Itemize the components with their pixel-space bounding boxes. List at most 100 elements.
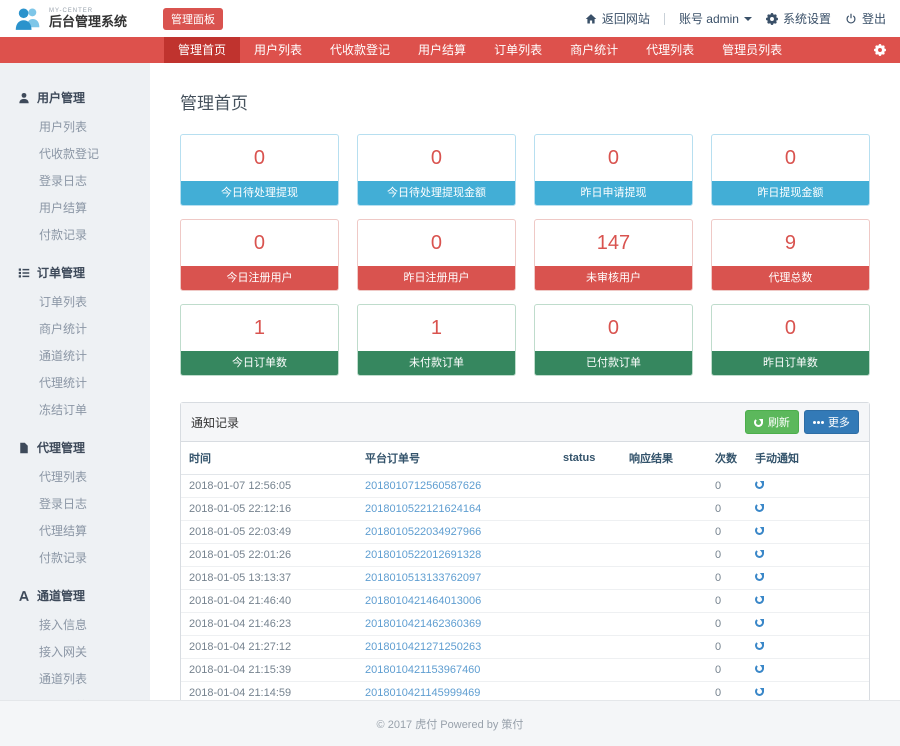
sidebar-item-collection-register[interactable]: 代收款登记 [0, 140, 150, 167]
nav-tab-agent-list[interactable]: 代理列表 [632, 37, 708, 63]
sidebar-item-user-settle[interactable]: 用户结算 [0, 194, 150, 221]
order-link[interactable]: 2018010522012691328 [365, 549, 481, 561]
stat-value: 0 [784, 317, 796, 339]
main-navbar: 管理首页 用户列表 代收款登记 用户结算 订单列表 商户统计 代理列表 管理员列… [0, 37, 900, 63]
order-link[interactable]: 2018010421464013006 [365, 595, 481, 607]
sidebar-item-frozen-orders[interactable]: 冻结订单 [0, 396, 150, 423]
system-settings-link[interactable]: 系统设置 [765, 10, 831, 27]
sidebar-item-agent-list[interactable]: 代理列表 [0, 463, 150, 490]
stat-card-yesterday-withdraw-request: 0 昨日申请提现 [533, 134, 693, 206]
table-row: 2018-01-05 22:12:16 2018010522121624164 … [181, 497, 869, 521]
nav-tab-merchant-stats[interactable]: 商户统计 [556, 37, 632, 63]
manual-notify-icon[interactable] [755, 618, 764, 627]
account-dropdown[interactable]: 账号 admin [679, 10, 752, 27]
sidebar-item-channel-list[interactable]: 通道列表 [0, 665, 150, 692]
logo-people-icon [15, 8, 40, 30]
stat-card-yesterday-withdraw-amount: 0 昨日提现金额 [710, 134, 870, 206]
sidebar-group-title-orders[interactable]: 订单管理 [0, 258, 150, 288]
col-header-result[interactable]: 响应结果 [621, 442, 707, 475]
manual-notify-icon[interactable] [755, 687, 764, 696]
order-link[interactable]: 2018010421153967460 [365, 664, 480, 676]
cell-status [555, 474, 621, 498]
nav-tab-collection-register[interactable]: 代收款登记 [316, 37, 404, 63]
logout-link[interactable]: 登出 [845, 10, 886, 27]
file-icon [20, 442, 28, 453]
manual-notify-icon[interactable] [755, 664, 764, 673]
nav-tab-user-list[interactable]: 用户列表 [240, 37, 316, 63]
sidebar-group-agents: 代理管理 代理列表 登录日志 代理结算 付款记录 [0, 433, 150, 571]
sidebar-group-title-users[interactable]: 用户管理 [0, 83, 150, 113]
sidebar-item-user-list[interactable]: 用户列表 [0, 113, 150, 140]
cell-manual-notify [747, 497, 869, 521]
more-button[interactable]: 更多 [803, 410, 859, 434]
header-actions: 返回网站 账号 admin 系统设置 登出 [585, 10, 886, 27]
cell-time: 2018-01-04 21:46:23 [181, 612, 357, 636]
refresh-icon [753, 417, 763, 427]
manual-notify-icon[interactable] [755, 595, 764, 604]
sidebar-item-agent-stats[interactable]: 代理统计 [0, 369, 150, 396]
col-header-status[interactable]: status [555, 442, 621, 475]
order-link[interactable]: 2018010421462360369 [365, 618, 481, 630]
manual-notify-icon[interactable] [755, 480, 764, 489]
cell-order: 2018010522012691328 [357, 543, 555, 567]
return-site-link[interactable]: 返回网站 [585, 10, 650, 27]
stat-label: 今日订单数 [181, 351, 338, 375]
cell-status [555, 635, 621, 659]
table-header-row: 时间 平台订单号 status 响应结果 次数 手动通知 [181, 442, 869, 475]
app-logo[interactable]: MY-CENTER 后台管理系统 [14, 6, 127, 31]
cell-order: 2018010421153967460 [357, 658, 555, 682]
order-link[interactable]: 2018010513133762097 [365, 572, 481, 584]
sidebar-item-access-info[interactable]: 接入信息 [0, 611, 150, 638]
sidebar-group-title-agents[interactable]: 代理管理 [0, 433, 150, 463]
cell-status [555, 566, 621, 590]
manual-notify-icon[interactable] [755, 572, 764, 581]
cell-manual-notify [747, 566, 869, 590]
stat-value: 1 [430, 317, 443, 339]
sidebar-item-merchant-stats[interactable]: 商户统计 [0, 315, 150, 342]
manual-notify-icon[interactable] [755, 526, 764, 535]
nav-tab-order-list[interactable]: 订单列表 [480, 37, 556, 63]
col-header-count[interactable]: 次数 [707, 442, 747, 475]
cell-time: 2018-01-05 22:12:16 [181, 497, 357, 521]
refresh-button[interactable]: 刷新 [744, 410, 799, 434]
col-header-time[interactable]: 时间 [181, 442, 357, 475]
table-row: 2018-01-04 21:46:40 2018010421464013006 … [181, 589, 869, 613]
stat-card-paid-orders: 0 已付款订单 [533, 304, 693, 376]
cell-result [621, 589, 707, 613]
cell-count: 0 [707, 474, 747, 498]
nav-settings-button[interactable] [874, 37, 886, 63]
stat-cards-row-blue: 0 今日待处理提现 0 今日待处理提现金额 0 昨日申请提现 0 昨日提现金额 [180, 134, 870, 206]
sidebar-item-order-list[interactable]: 订单列表 [0, 288, 150, 315]
manual-notify-icon[interactable] [755, 549, 764, 558]
sidebar-item-agent-login-log[interactable]: 登录日志 [0, 490, 150, 517]
sidebar-item-channel-stats[interactable]: 通道统计 [0, 342, 150, 369]
sidebar-item-access-gateway[interactable]: 接入网关 [0, 638, 150, 665]
sidebar-item-payment-record[interactable]: 付款记录 [0, 221, 150, 248]
sidebar-item-login-log[interactable]: 登录日志 [0, 167, 150, 194]
nav-tab-user-settle[interactable]: 用户结算 [404, 37, 480, 63]
order-link[interactable]: 2018010712560587626 [365, 480, 481, 492]
sidebar: 用户管理 用户列表 代收款登记 登录日志 用户结算 付款记录 订单管理 订单列表… [0, 63, 150, 740]
order-link[interactable]: 2018010421271250263 [365, 641, 481, 653]
nav-tab-admin-list[interactable]: 管理员列表 [708, 37, 796, 63]
stat-cards-row-green: 1 今日订单数 1 未付款订单 0 已付款订单 0 昨日订单数 [180, 304, 870, 376]
stat-label: 今日注册用户 [181, 266, 338, 290]
table-row: 2018-01-04 21:15:39 2018010421153967460 … [181, 658, 869, 682]
cell-order: 2018010421464013006 [357, 589, 555, 613]
sidebar-item-agent-payment-record[interactable]: 付款记录 [0, 544, 150, 571]
order-link[interactable]: 2018010522034927966 [365, 526, 481, 538]
order-link[interactable]: 2018010421145999469 [365, 687, 480, 699]
manual-notify-icon[interactable] [755, 641, 764, 650]
stat-label: 昨日申请提现 [534, 181, 692, 205]
nav-tab-home[interactable]: 管理首页 [164, 37, 241, 63]
order-link[interactable]: 2018010522121624164 [365, 503, 481, 515]
stat-cards-row-red: 0 今日注册用户 0 昨日注册用户 147 未审核用户 9 代理总数 [180, 219, 870, 291]
col-header-order[interactable]: 平台订单号 [357, 442, 555, 475]
cell-result [621, 658, 707, 682]
cell-manual-notify [747, 589, 869, 613]
sidebar-item-agent-settle[interactable]: 代理结算 [0, 517, 150, 544]
manual-notify-icon[interactable] [755, 503, 764, 512]
user-icon [19, 92, 29, 103]
sidebar-group-title-channels[interactable]: 通道管理 [0, 581, 150, 611]
col-header-manual-notify[interactable]: 手动通知 [747, 442, 869, 475]
